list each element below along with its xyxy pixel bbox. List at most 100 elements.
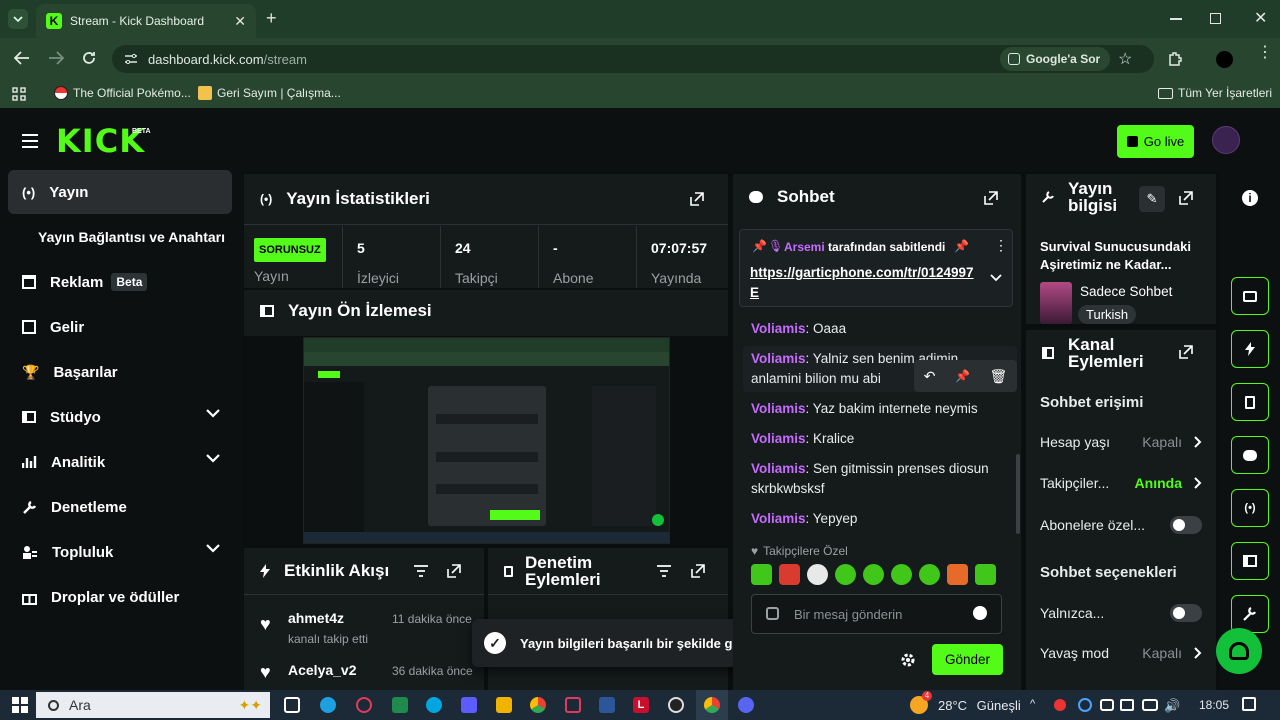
unpin-icon[interactable]: 📌	[954, 239, 969, 253]
google-ask-button[interactable]: Google'a Sor	[1000, 47, 1111, 71]
extensions-icon[interactable]	[1167, 51, 1183, 67]
app-icon[interactable]	[668, 697, 684, 713]
filter-icon[interactable]	[657, 565, 671, 577]
sidebar-item-drops[interactable]: Droplar ve ödüller	[8, 575, 232, 619]
weather-widget[interactable]: 28°C Güneşli	[938, 698, 1021, 713]
emote-icon[interactable]	[751, 564, 772, 585]
info-icon[interactable]: i	[1242, 190, 1258, 206]
emote-icon[interactable]	[779, 564, 800, 585]
emote-icon[interactable]	[947, 564, 968, 585]
rail-screenshot-button[interactable]	[1231, 277, 1269, 315]
restore-icon[interactable]	[1210, 13, 1221, 24]
settings-gear-icon[interactable]	[900, 652, 916, 668]
pinned-message[interactable]: 📌 🎙 Arsemi tarafından sabitlendi 📌 ⋮ htt…	[739, 229, 1013, 307]
skype-icon[interactable]	[426, 697, 442, 713]
sidebar-item-stream[interactable]: (•) Yayın	[8, 170, 232, 214]
emote-icon[interactable]	[835, 564, 856, 585]
subscribers-only-toggle[interactable]	[1170, 516, 1202, 534]
user-avatar[interactable]	[1212, 126, 1240, 154]
word-icon[interactable]	[599, 697, 615, 713]
only-mode-toggle[interactable]	[1170, 604, 1202, 622]
reload-icon[interactable]	[81, 50, 97, 66]
popout-icon[interactable]	[690, 192, 704, 206]
file-explorer-icon[interactable]	[496, 697, 512, 713]
close-tab-icon[interactable]: ✕	[234, 13, 246, 30]
browser-tab[interactable]: K Stream - Kick Dashboard ✕	[36, 4, 256, 38]
emote-icon[interactable]	[807, 564, 828, 585]
slow-mode-setting[interactable]: Yavaş mod Kapalı	[1040, 645, 1202, 661]
chrome-icon[interactable]	[530, 697, 546, 713]
chat-message[interactable]: Voliamis: Yepyep	[751, 509, 1009, 529]
pinned-link[interactable]: https://garticphone.com/tr/0124997E	[750, 263, 976, 303]
chrome-active-icon[interactable]	[704, 697, 720, 713]
sidebar-item-achievements[interactable]: 🏆 Başarılar	[8, 350, 232, 394]
back-arrow-icon[interactable]	[14, 51, 30, 65]
sidebar-item-ads[interactable]: Reklam Beta	[8, 260, 232, 304]
emote-icon[interactable]	[919, 564, 940, 585]
rail-stream-button[interactable]: (•)	[1231, 489, 1269, 527]
sidebar-item-stream-key[interactable]: Yayın Bağlantısı ve Anahtarı	[24, 215, 243, 259]
forward-arrow-icon[interactable]	[48, 51, 64, 65]
tray-chevron-icon[interactable]: ^	[1030, 698, 1035, 710]
tray-keyboard-icon[interactable]	[1142, 699, 1158, 711]
discord-icon[interactable]	[738, 697, 754, 713]
windows-start-icon[interactable]	[12, 697, 28, 713]
edit-pencil-icon[interactable]: ✎	[1139, 186, 1165, 212]
hamburger-menu-icon[interactable]	[22, 134, 38, 148]
app-icon[interactable]	[565, 697, 581, 713]
send-button[interactable]: Gönder	[932, 644, 1003, 675]
rail-chat-button[interactable]	[1231, 436, 1269, 474]
tab-search-button[interactable]	[8, 9, 28, 29]
tray-app-icon[interactable]	[1054, 699, 1066, 711]
support-button[interactable]	[1216, 628, 1262, 674]
excel-icon[interactable]	[392, 697, 408, 713]
site-info-icon[interactable]	[124, 53, 138, 65]
rail-activity-button[interactable]	[1231, 330, 1269, 368]
popout-icon[interactable]	[1179, 191, 1193, 205]
sidebar-item-revenue[interactable]: Gelir	[8, 305, 232, 349]
popout-icon[interactable]	[691, 564, 705, 578]
preview-video[interactable]	[303, 337, 670, 544]
edge-icon[interactable]	[320, 697, 336, 713]
popout-icon[interactable]	[447, 564, 461, 578]
notifications-icon[interactable]	[1242, 697, 1256, 711]
chat-message[interactable]: Voliamis: Yaz bakim internete neymis	[751, 399, 1009, 419]
tray-battery-icon[interactable]	[1120, 699, 1134, 711]
bookmark-star-icon[interactable]: ☆	[1118, 49, 1132, 69]
profile-avatar[interactable]	[1216, 51, 1233, 68]
rail-mod-actions-button[interactable]	[1231, 383, 1269, 421]
taskbar-clock[interactable]: 18:05	[1199, 698, 1229, 712]
browser-menu-icon[interactable]: ⋮	[1257, 45, 1273, 61]
sidebar-item-studio[interactable]: Stüdyo	[8, 395, 232, 439]
chevron-down-icon[interactable]	[990, 274, 1002, 282]
opera-icon[interactable]	[356, 697, 372, 713]
chat-input[interactable]: Bir mesaj gönderin	[751, 594, 1002, 634]
popout-icon[interactable]	[984, 191, 998, 205]
tray-sync-icon[interactable]	[1078, 698, 1092, 712]
chat-scrollbar[interactable]	[1016, 454, 1020, 534]
followers-setting[interactable]: Takipçiler... Anında	[1040, 475, 1202, 491]
more-options-icon[interactable]: ⋮	[994, 237, 1008, 254]
close-window-icon[interactable]: ✕	[1254, 8, 1267, 28]
sidebar-item-community[interactable]: Topluluk	[8, 530, 232, 574]
sidebar-item-moderation[interactable]: Denetleme	[8, 485, 232, 529]
tray-monitor-icon[interactable]	[1100, 699, 1114, 711]
emote-icon[interactable]	[891, 564, 912, 585]
emote-icon[interactable]	[863, 564, 884, 585]
apps-grid-icon[interactable]	[12, 87, 26, 101]
chat-message[interactable]: Voliamis: Sen gitmissin prenses diosun s…	[751, 459, 1009, 499]
rail-preview-button[interactable]	[1231, 542, 1269, 580]
pin-icon[interactable]: 📌	[955, 369, 970, 383]
account-age-setting[interactable]: Hesap yaşı Kapalı	[1040, 434, 1202, 450]
popout-icon[interactable]	[1179, 345, 1193, 359]
app-icon[interactable]	[461, 697, 477, 713]
emote-icon[interactable]	[975, 564, 996, 585]
tray-volume-icon[interactable]: 🔊	[1164, 698, 1180, 714]
url-field[interactable]: dashboard.kick.com/stream Google'a Sor ☆	[112, 45, 1154, 73]
chat-message[interactable]: Voliamis: Oaaa	[751, 319, 1009, 339]
all-bookmarks[interactable]: Tüm Yer İşaretleri	[1158, 86, 1272, 100]
filter-icon[interactable]	[414, 565, 428, 577]
emoji-picker-icon[interactable]	[973, 606, 987, 620]
bookmark-countdown[interactable]: Geri Sayım | Çalışma...	[198, 86, 341, 100]
task-view-icon[interactable]	[284, 697, 300, 713]
